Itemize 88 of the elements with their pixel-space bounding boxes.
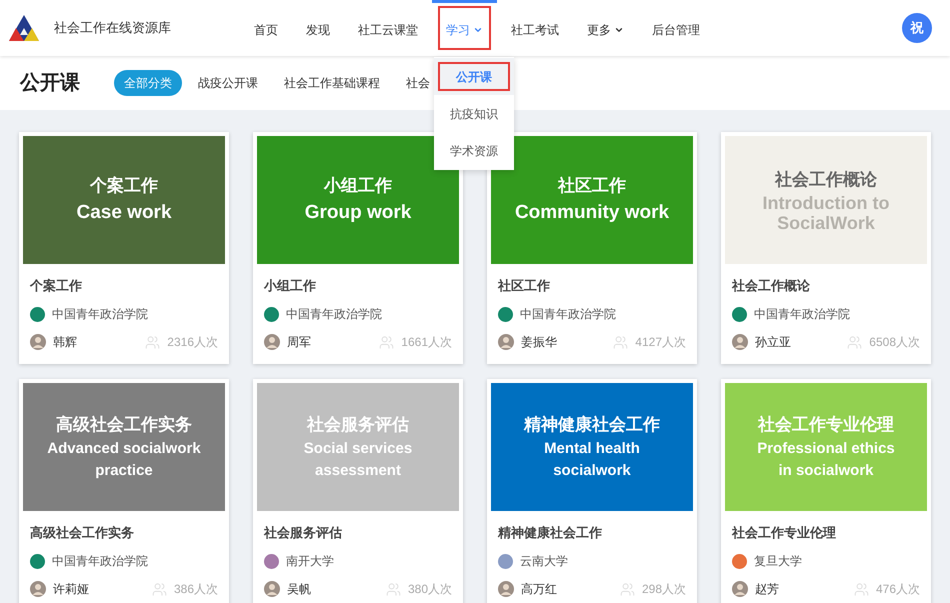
viewers-icon xyxy=(386,582,401,596)
view-count: 1661人次 xyxy=(401,334,452,351)
teacher-name: 孙立亚 xyxy=(755,334,791,351)
cover-title: 社会工作专业伦理 xyxy=(758,414,894,436)
cover-subtitle: assessment xyxy=(315,461,401,481)
cover-subtitle: Introduction to xyxy=(762,193,890,213)
cover-subtitle: Group work xyxy=(304,201,412,225)
course-title: 社区工作 xyxy=(498,277,551,295)
teacher-name: 周军 xyxy=(287,334,311,351)
nav-item[interactable]: 发现 xyxy=(292,0,344,56)
avatar-icon xyxy=(264,581,280,597)
course-title: 精神健康社会工作 xyxy=(498,524,603,542)
avatar-icon xyxy=(732,581,748,597)
viewers-icon xyxy=(847,334,862,350)
view-count: 386人次 xyxy=(174,581,218,598)
site-title: 社会工作在线资源库 xyxy=(54,19,172,38)
school-name: 中国青年政治学院 xyxy=(52,553,148,570)
view-count: 380人次 xyxy=(408,581,452,598)
course-title: 社会工作概论 xyxy=(732,277,811,295)
viewers-icon xyxy=(620,582,635,596)
teacher-name: 吴帆 xyxy=(287,581,311,598)
view-count: 4127人次 xyxy=(635,334,686,351)
view-count: 476人次 xyxy=(876,581,920,598)
course-title: 小组工作 xyxy=(264,277,317,295)
cover-subtitle: Case work xyxy=(76,201,172,225)
viewers-icon xyxy=(379,334,394,350)
school-name: 复旦大学 xyxy=(754,553,802,570)
cover-title: 个案工作 xyxy=(90,175,158,197)
avatar-icon xyxy=(264,334,280,350)
cover-title: 精神健康社会工作 xyxy=(524,414,660,436)
cover-subtitle: Advanced socialwork xyxy=(47,439,201,459)
cover-subtitle: practice xyxy=(95,461,153,481)
cover-subtitle: Professional ethics xyxy=(757,439,895,459)
cover-title: 小组工作 xyxy=(324,175,392,197)
course-card[interactable]: 高级社会工作实务 Advanced socialwork practice 高级社会工作实务 中国青年政治学院 许莉娅 386人次 xyxy=(19,379,229,603)
cover-subtitle: SocialWork xyxy=(777,213,875,233)
school-name: 中国青年政治学院 xyxy=(286,306,382,323)
school-name: 中国青年政治学院 xyxy=(520,306,616,323)
teacher-name: 赵芳 xyxy=(755,581,779,598)
cover-title: 社会服务评估 xyxy=(307,414,409,436)
category-tab[interactable]: 社会工作基础课程 xyxy=(274,70,390,96)
category-tab[interactable]: 战疫公开课 xyxy=(188,70,268,96)
viewers-icon xyxy=(613,334,628,350)
cover-subtitle: Community work xyxy=(514,201,670,225)
cover-subtitle: Mental health xyxy=(544,439,640,459)
nav-item[interactable]: 更多 xyxy=(573,0,638,56)
school-name: 中国青年政治学院 xyxy=(52,306,148,323)
course-title: 社会服务评估 xyxy=(264,524,343,542)
page-title: 公开课 xyxy=(20,71,81,96)
nav-item[interactable]: 社工云课堂 xyxy=(344,0,432,56)
view-count: 6508人次 xyxy=(869,334,920,351)
course-card[interactable]: 精神健康社会工作 Mental health socialwork 精神健康社会工作 云南大学 高万红 298人次 xyxy=(487,379,697,603)
cover-title: 社会工作概论 xyxy=(775,169,877,191)
school-name: 南开大学 xyxy=(286,553,334,570)
course-title: 高级社会工作实务 xyxy=(30,524,135,542)
logo-icon xyxy=(8,14,40,42)
avatar-icon xyxy=(498,581,514,597)
avatar-icon xyxy=(732,334,748,350)
menu-item[interactable]: 抗疫知识 xyxy=(434,95,514,132)
nav-item[interactable]: 首页 xyxy=(240,0,292,56)
cover-subtitle: Social services xyxy=(304,439,412,459)
avatar-icon xyxy=(30,581,46,597)
course-title: 社会工作专业伦理 xyxy=(732,524,837,542)
nav-item[interactable]: 后台管理 xyxy=(638,0,714,56)
cover-subtitle: in socialwork xyxy=(778,461,874,481)
school-name: 中国青年政治学院 xyxy=(754,306,850,323)
avatar-icon xyxy=(498,334,514,350)
teacher-name: 韩辉 xyxy=(53,334,77,351)
cover-subtitle: socialwork xyxy=(553,461,631,481)
course-card[interactable]: 社会工作概论 Introduction to SocialWork 社会工作概论 中国青年政治学院 孙立亚 6508人次 xyxy=(721,132,931,364)
view-count: 2316人次 xyxy=(167,334,218,351)
user-avatar[interactable]: 祝 xyxy=(902,13,932,43)
view-count: 298人次 xyxy=(642,581,686,598)
cover-title: 社区工作 xyxy=(558,175,626,197)
viewers-icon xyxy=(145,334,160,350)
course-title: 个案工作 xyxy=(30,277,83,295)
teacher-name: 姜振华 xyxy=(521,334,557,351)
viewers-icon xyxy=(854,582,869,596)
teacher-name: 许莉娅 xyxy=(53,581,89,598)
viewers-icon xyxy=(152,582,167,596)
cover-title: 高级社会工作实务 xyxy=(56,414,192,436)
course-card[interactable]: 社会服务评估 Social services assessment 社会服务评估 南开大学 吴帆 380人次 xyxy=(253,379,463,603)
nav-item[interactable]: 社工考试 xyxy=(497,0,573,56)
course-card[interactable]: 社会工作专业伦理 Professional ethics in socialwork 社会工作专业伦理 复旦大学 赵芳 476人次 xyxy=(721,379,931,603)
teacher-name: 高万红 xyxy=(521,581,557,598)
avatar-icon xyxy=(30,334,46,350)
course-card[interactable]: 个案工作 Case work 个案工作 中国青年政治学院 韩辉 2316人次 xyxy=(19,132,229,364)
school-name: 云南大学 xyxy=(520,553,568,570)
